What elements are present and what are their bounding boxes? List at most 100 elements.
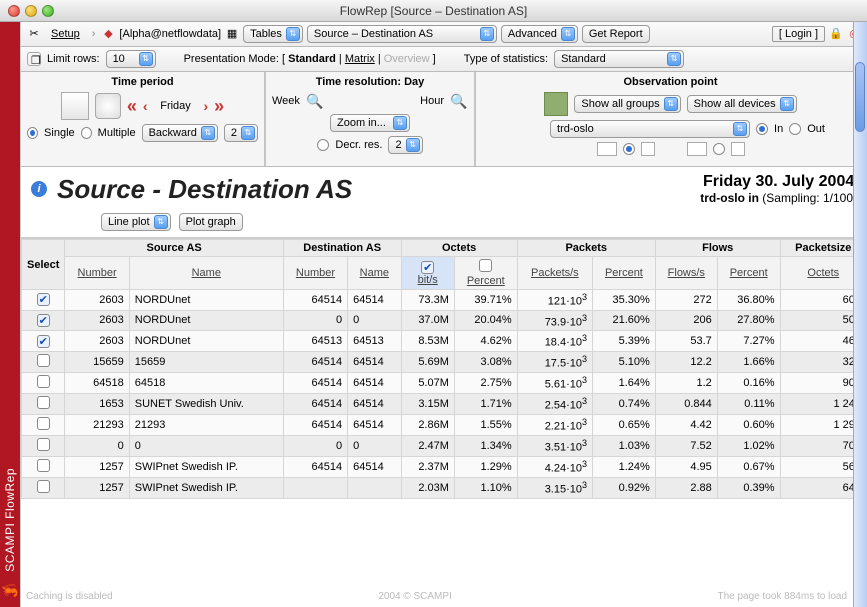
next-arrow[interactable]: › xyxy=(204,98,209,114)
row-checkbox[interactable] xyxy=(37,354,50,367)
single-radio[interactable] xyxy=(27,127,38,139)
presentation-mode: Presentation Mode: [ Standard | Matrix |… xyxy=(184,53,436,65)
groups-select[interactable]: Show all groups⇅ xyxy=(574,95,680,113)
flows-pct: 36.80% xyxy=(717,290,780,311)
row-checkbox[interactable] xyxy=(37,396,50,409)
packets-pct: 5.10% xyxy=(593,351,656,372)
window-titlebar: FlowRep [Source – Destination AS] xyxy=(0,0,867,22)
lock-icon[interactable]: 🔒 xyxy=(829,27,843,41)
devices-select[interactable]: Show all devices⇅ xyxy=(687,95,797,113)
sort-src-number[interactable]: Number xyxy=(65,257,129,290)
pmode-matrix[interactable]: Matrix xyxy=(345,53,375,65)
decr-count-select[interactable]: 2⇅ xyxy=(388,136,422,154)
footer-left: Caching is disabled xyxy=(26,591,113,607)
login-button[interactable]: [ Login ] xyxy=(772,26,825,42)
get-report-button[interactable]: Get Report xyxy=(582,25,650,43)
table-row: 1257SWIPnet Swedish IP.2.03M1.10%3.15·10… xyxy=(22,477,867,498)
sort-oct-percent[interactable]: Percent xyxy=(454,257,517,290)
sort-src-name[interactable]: Name xyxy=(129,257,283,290)
zoom-in-icon[interactable]: 🔍 xyxy=(450,92,468,110)
packets-pps: 3.15·103 xyxy=(517,477,592,498)
clock-icon[interactable] xyxy=(95,93,121,119)
vertical-scrollbar[interactable] xyxy=(853,22,867,607)
octets-pct: 2.75% xyxy=(454,372,517,393)
tables-select[interactable]: Tables⇅ xyxy=(243,25,303,43)
footer-right: The page took 884ms to load xyxy=(717,591,847,607)
sort-fps[interactable]: Flows/s xyxy=(655,257,717,290)
scrollbar-thumb[interactable] xyxy=(855,62,865,132)
prev-big-arrow[interactable]: « xyxy=(127,96,137,117)
src-name: 15659 xyxy=(129,351,283,372)
src-number: 0 xyxy=(65,435,129,456)
sort-flw-percent[interactable]: Percent xyxy=(717,257,780,290)
octets-bits: 2.86M xyxy=(401,414,454,435)
setup-link[interactable]: Setup xyxy=(45,25,86,43)
next-big-arrow[interactable]: » xyxy=(214,96,224,117)
flows-pct: 1.02% xyxy=(717,435,780,456)
packets-pct: 1.24% xyxy=(593,456,656,477)
flows-fps: 4.95 xyxy=(655,456,717,477)
dst-number: 64514 xyxy=(283,414,347,435)
shrimp-icon: 🦐 xyxy=(1,582,18,607)
octets-pct: 4.62% xyxy=(454,331,517,352)
row-checkbox[interactable]: ✔ xyxy=(37,335,50,348)
row-checkbox[interactable]: ✔ xyxy=(37,314,50,327)
view-icon-3[interactable] xyxy=(687,142,707,156)
limit-rows-select[interactable]: 10⇅ xyxy=(106,50,156,68)
calendar-icon[interactable] xyxy=(61,92,89,120)
count-select[interactable]: 2⇅ xyxy=(224,124,258,142)
row-checkbox[interactable] xyxy=(37,417,50,430)
row-checkbox[interactable] xyxy=(37,438,50,451)
advanced-select[interactable]: Advanced⇅ xyxy=(501,25,578,43)
row-checkbox[interactable]: ✔ xyxy=(37,293,50,306)
page-title: Source - Destination AS xyxy=(57,174,352,205)
sort-dst-name[interactable]: Name xyxy=(348,257,401,290)
copy-icon[interactable]: ❐ xyxy=(27,52,41,66)
stats-select[interactable]: Standard⇅ xyxy=(554,50,684,68)
octets-bits: 73.3M xyxy=(401,290,454,311)
side-tab-label: SCAMPI FlowRep xyxy=(3,428,17,582)
col-dst: Destination AS xyxy=(283,240,401,257)
row-checkbox[interactable] xyxy=(37,375,50,388)
src-number: 2603 xyxy=(65,310,129,331)
dst-number: 0 xyxy=(283,310,347,331)
prev-arrow[interactable]: ‹ xyxy=(143,98,148,114)
side-tab[interactable]: SCAMPI FlowRep 🦐 xyxy=(0,22,20,607)
zoom-select[interactable]: Zoom in...⇅ xyxy=(330,114,410,132)
src-name: 21293 xyxy=(129,414,283,435)
zoom-out-icon[interactable]: 🔍 xyxy=(306,92,324,110)
sort-dst-number[interactable]: Number xyxy=(283,257,347,290)
src-number: 64518 xyxy=(65,372,129,393)
decr-res-radio[interactable] xyxy=(317,139,329,151)
table-row: 156591565964514645145.69M3.08%17.5·1035.… xyxy=(22,351,867,372)
sort-bits[interactable]: ✔bit/s xyxy=(401,257,454,290)
direction-select[interactable]: Backward⇅ xyxy=(142,124,218,142)
plot-type-select[interactable]: Line plot⇅ xyxy=(101,213,171,231)
dst-number: 64513 xyxy=(283,331,347,352)
out-radio[interactable] xyxy=(789,123,801,135)
dst-number: 64514 xyxy=(283,372,347,393)
view-radio-2[interactable] xyxy=(713,143,725,155)
row-checkbox[interactable] xyxy=(37,459,50,472)
view-icon-1[interactable] xyxy=(597,142,617,156)
pmode-standard[interactable]: Standard xyxy=(288,53,336,65)
dst-number: 64514 xyxy=(283,290,347,311)
info-icon[interactable]: i xyxy=(31,181,47,197)
interface-select[interactable]: trd-oslo⇅ xyxy=(550,120,750,138)
view-icon-2[interactable] xyxy=(641,142,655,156)
view-icon-4[interactable] xyxy=(731,142,745,156)
octets-pct: 1.34% xyxy=(454,435,517,456)
table-row: ✔2603NORDUnet0037.0M20.04%73.9·10321.60%… xyxy=(22,310,867,331)
plot-graph-button[interactable]: Plot graph xyxy=(179,213,243,231)
dst-number: 0 xyxy=(283,435,347,456)
src-number: 2603 xyxy=(65,331,129,352)
in-radio[interactable] xyxy=(756,123,768,135)
view-select[interactable]: Source – Destination AS⇅ xyxy=(307,25,497,43)
multiple-radio[interactable] xyxy=(81,127,92,139)
sort-pkt-percent[interactable]: Percent xyxy=(593,257,656,290)
sort-pps[interactable]: Packets/s xyxy=(517,257,592,290)
table-row: 1653SUNET Swedish Univ.64514645143.15M1.… xyxy=(22,393,867,414)
pmode-overview: Overview xyxy=(384,53,430,65)
row-checkbox[interactable] xyxy=(37,480,50,493)
view-radio-1[interactable] xyxy=(623,143,635,155)
